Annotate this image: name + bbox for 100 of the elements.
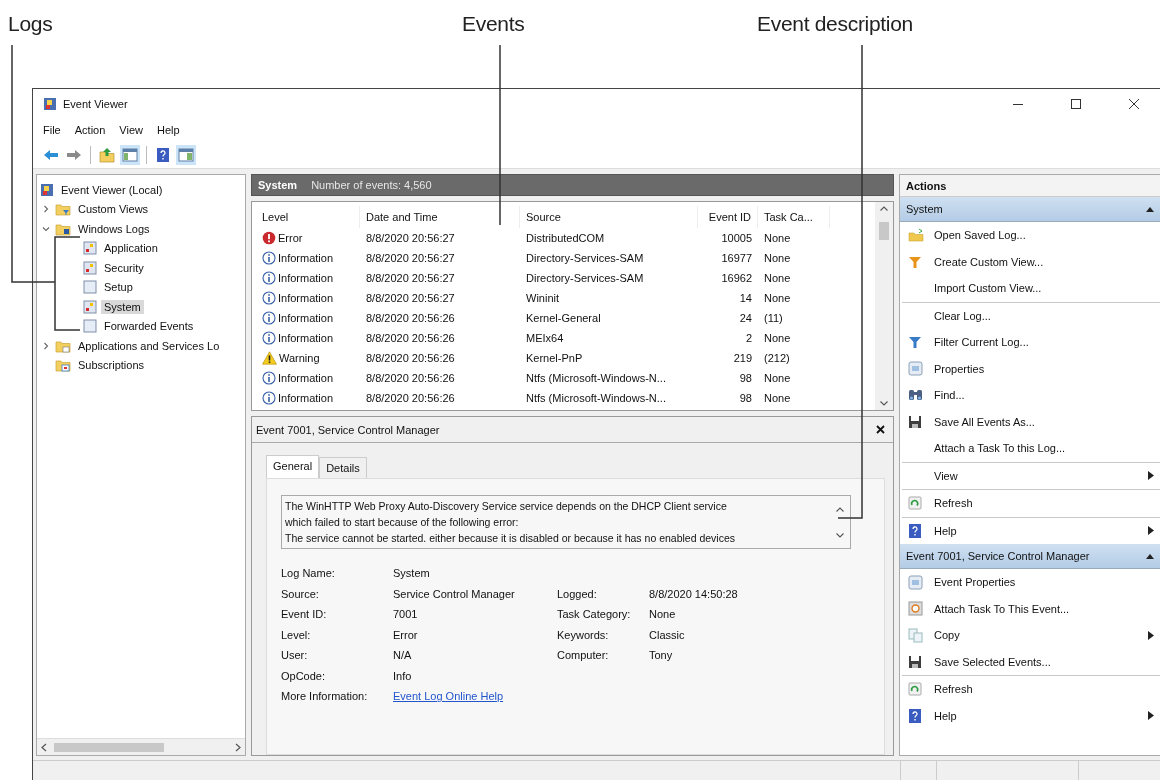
actions-pane-entry[interactable]: Help bbox=[934, 524, 1148, 537]
chevron-right-icon[interactable] bbox=[41, 340, 51, 351]
horizontal-scrollbar[interactable] bbox=[37, 738, 245, 755]
maximize-icon bbox=[1071, 99, 1081, 109]
submenu-arrow-icon bbox=[1148, 471, 1154, 481]
actions-pane-entry[interactable]: Attach a Task To this Log... bbox=[934, 442, 1154, 455]
level-text: Information bbox=[278, 252, 334, 264]
actions-pane-entry[interactable]: Import Custom View... bbox=[934, 282, 1154, 295]
field-label: User: bbox=[281, 649, 309, 662]
warning-icon bbox=[262, 351, 277, 365]
tree-item[interactable]: System bbox=[101, 299, 144, 314]
section-header[interactable]: Event 7001, Service Control Manager bbox=[900, 544, 1160, 569]
actions-pane-entry[interactable]: Refresh bbox=[934, 683, 1154, 696]
table-cell-text: Kernel-PnP bbox=[525, 351, 584, 366]
tree-item[interactable]: Forwarded Events bbox=[101, 319, 197, 334]
field-value: Error bbox=[393, 628, 419, 641]
column-header[interactable]: Task Ca... bbox=[758, 206, 830, 228]
vertical-scrollbar[interactable] bbox=[875, 202, 893, 410]
menu-item[interactable]: Help bbox=[156, 124, 180, 136]
field-value: Info bbox=[393, 669, 413, 682]
submenu-arrow-icon bbox=[1148, 526, 1154, 536]
tree-item[interactable]: Security bbox=[101, 260, 147, 275]
table-cell-text: 16962 bbox=[720, 271, 753, 286]
actions-pane-entry[interactable]: Attach Task To This Event... bbox=[934, 602, 1154, 615]
actions-pane-entry[interactable]: Clear Log... bbox=[934, 309, 1154, 322]
field-value: Classic bbox=[649, 628, 686, 641]
tree-item[interactable]: Application bbox=[101, 241, 161, 256]
field-label: Log Name: bbox=[281, 567, 336, 580]
toolbar-button[interactable] bbox=[120, 144, 140, 165]
actions-pane-entry[interactable]: Filter Current Log... bbox=[934, 336, 1154, 349]
actions-pane-entry[interactable]: Refresh bbox=[934, 497, 1154, 510]
table-cell-text: 8/8/2020 20:56:26 bbox=[365, 371, 456, 386]
menu-item[interactable]: File bbox=[43, 124, 61, 136]
help-link[interactable]: Event Log Online Help bbox=[393, 690, 504, 703]
table-cell-text: None bbox=[763, 391, 792, 406]
properties-icon bbox=[908, 361, 923, 377]
binoculars-icon bbox=[908, 388, 923, 403]
tree-item[interactable]: Event Viewer (Local) bbox=[58, 182, 166, 197]
field-label: Level: bbox=[281, 628, 312, 641]
field-label: Event ID: bbox=[281, 608, 328, 621]
table-cell-text: 16977 bbox=[720, 251, 753, 266]
table-cell-text: Ntfs (Microsoft-Windows-N... bbox=[525, 391, 667, 406]
table-cell-text: Directory-Services-SAM bbox=[525, 251, 645, 266]
tree-item[interactable]: Applications and Services Lo bbox=[75, 338, 223, 353]
submenu-arrow-icon bbox=[1148, 711, 1154, 721]
section-header[interactable]: System bbox=[900, 197, 1160, 222]
field-value: 7001 bbox=[393, 608, 419, 621]
folder-up-icon bbox=[99, 146, 115, 163]
table-cell-text: None bbox=[763, 231, 792, 246]
table-cell-text: (11) bbox=[763, 311, 784, 326]
field-label: Logged: bbox=[557, 587, 598, 600]
table-cell-text: 8/8/2020 20:56:26 bbox=[365, 351, 456, 366]
tree-item[interactable]: Windows Logs bbox=[75, 221, 153, 236]
folder-icon bbox=[55, 202, 71, 217]
filter-icon bbox=[908, 335, 922, 350]
event-title: Event 7001, Service Control Manager bbox=[256, 423, 440, 436]
close-icon[interactable] bbox=[876, 425, 885, 434]
field-value: None bbox=[649, 608, 677, 621]
actions-pane-entry[interactable]: Properties bbox=[934, 362, 1154, 375]
column-header[interactable]: Source bbox=[520, 206, 698, 228]
tree-item[interactable]: Subscriptions bbox=[75, 358, 148, 373]
menu-item[interactable]: View bbox=[119, 124, 143, 136]
info-icon bbox=[262, 371, 276, 385]
scroll-down-icon bbox=[835, 531, 845, 539]
actions-pane-entry[interactable]: Save Selected Events... bbox=[934, 655, 1154, 668]
callout-label: Logs bbox=[8, 12, 53, 36]
field-label: More Information: bbox=[281, 690, 369, 703]
actions-pane-entry[interactable]: Copy bbox=[934, 629, 1148, 642]
level-text: Information bbox=[278, 392, 334, 404]
table-cell-text: None bbox=[763, 371, 792, 386]
actions-pane-entry[interactable]: Help bbox=[934, 709, 1148, 722]
folder-icon bbox=[908, 228, 924, 243]
scroll-thumb[interactable] bbox=[879, 222, 889, 240]
actions-pane-entry[interactable]: Find... bbox=[934, 389, 1154, 402]
actions-pane-entry[interactable]: Save All Events As... bbox=[934, 415, 1154, 428]
description-line: The service cannot be started. either because it is disabled or because it has no enabled devices bbox=[285, 531, 737, 546]
tree-item[interactable]: Setup bbox=[101, 280, 136, 295]
table-cell-text: 8/8/2020 20:56:27 bbox=[365, 271, 456, 286]
table-cell-text: 8/8/2020 20:56:26 bbox=[365, 331, 456, 346]
refresh-icon bbox=[908, 496, 922, 511]
tab[interactable]: General bbox=[266, 455, 320, 478]
actions-pane-entry[interactable]: Open Saved Log... bbox=[934, 229, 1154, 242]
actions-pane-entry[interactable]: Create Custom View... bbox=[934, 255, 1154, 268]
table-cell-text: None bbox=[763, 271, 792, 286]
column-header[interactable]: Date and Time bbox=[360, 206, 520, 228]
actions-pane-entry[interactable]: View bbox=[934, 469, 1148, 482]
column-header[interactable]: Level bbox=[256, 206, 360, 228]
table-cell-text: 24 bbox=[738, 311, 753, 326]
table-cell-text: 2 bbox=[744, 331, 753, 346]
chevron-right-icon[interactable] bbox=[41, 204, 51, 215]
level-text: Information bbox=[278, 272, 334, 284]
tab[interactable]: Details bbox=[319, 457, 367, 478]
table-cell-text: 8/8/2020 20:56:27 bbox=[365, 291, 456, 306]
menu-item[interactable]: Action bbox=[74, 124, 106, 136]
task-icon bbox=[908, 601, 923, 617]
tree-item[interactable]: Custom Views bbox=[75, 202, 152, 217]
submenu-arrow-icon bbox=[1148, 630, 1154, 640]
actions-pane-entry[interactable]: Event Properties bbox=[934, 576, 1154, 589]
toolbar-button[interactable] bbox=[176, 144, 196, 165]
column-header[interactable]: Event ID bbox=[698, 206, 758, 228]
